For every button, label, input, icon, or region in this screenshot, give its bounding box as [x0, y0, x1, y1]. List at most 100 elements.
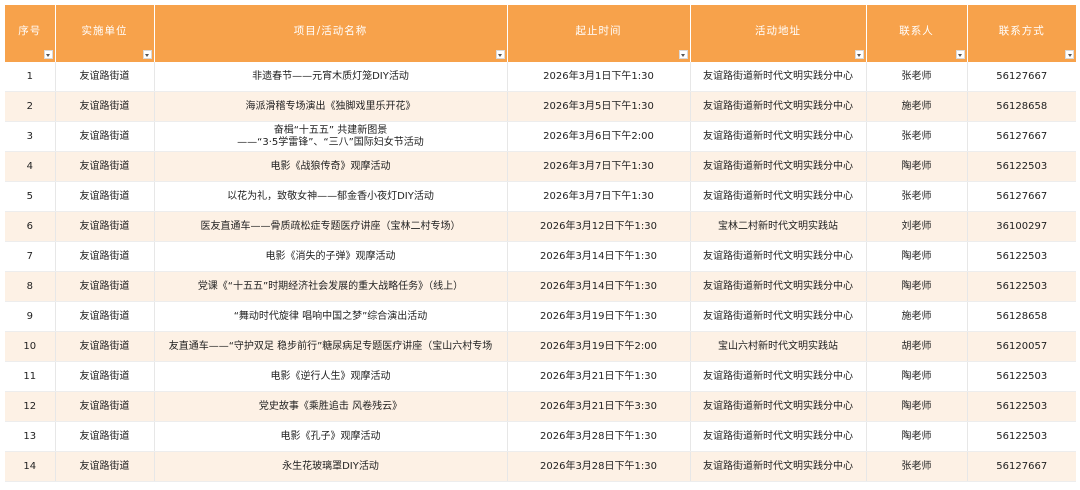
cell-unit[interactable]: 友谊路街道: [55, 451, 155, 482]
cell-unit[interactable]: 友谊路街道: [55, 391, 155, 422]
cell-unit[interactable]: 友谊路街道: [55, 331, 155, 362]
cell-address[interactable]: 友谊路街道新时代文明实践分中心: [690, 271, 867, 302]
filter-dropdown-icon[interactable]: [955, 50, 965, 59]
cell-contact[interactable]: 陶老师: [866, 151, 968, 182]
cell-time[interactable]: 2026年3月5日下午1:30: [507, 91, 691, 122]
cell-unit[interactable]: 友谊路街道: [55, 361, 155, 392]
cell-index[interactable]: 14: [5, 451, 56, 482]
cell-time[interactable]: 2026年3月12日下午1:30: [507, 211, 691, 242]
cell-contact[interactable]: 陶老师: [866, 421, 968, 452]
cell-unit[interactable]: 友谊路街道: [55, 211, 155, 242]
cell-unit[interactable]: 友谊路街道: [55, 241, 155, 272]
cell-project[interactable]: “舞动时代旋律 唱响中国之梦”综合演出活动: [154, 301, 508, 332]
cell-index[interactable]: 13: [5, 421, 56, 452]
cell-address[interactable]: 友谊路街道新时代文明实践分中心: [690, 391, 867, 422]
cell-contact[interactable]: 陶老师: [866, 391, 968, 422]
cell-unit[interactable]: 友谊路街道: [55, 62, 155, 92]
cell-index[interactable]: 6: [5, 211, 56, 242]
cell-time[interactable]: 2026年3月7日下午1:30: [507, 181, 691, 212]
cell-address[interactable]: 友谊路街道新时代文明实践分中心: [690, 421, 867, 452]
cell-phone[interactable]: 56120057: [967, 331, 1076, 362]
cell-time[interactable]: 2026年3月6日下午2:00: [507, 121, 691, 152]
cell-phone[interactable]: 36100297: [967, 211, 1076, 242]
cell-address[interactable]: 宝林二村新时代文明实践站: [690, 211, 867, 242]
cell-address[interactable]: 宝山六村新时代文明实践站: [690, 331, 867, 362]
cell-time[interactable]: 2026年3月14日下午1:30: [507, 241, 691, 272]
cell-address[interactable]: 友谊路街道新时代文明实践分中心: [690, 91, 867, 122]
cell-phone[interactable]: 56127667: [967, 121, 1076, 152]
cell-phone[interactable]: 56122503: [967, 241, 1076, 272]
filter-dropdown-icon[interactable]: [142, 50, 152, 59]
table-row[interactable]: 7 友谊路街道 电影《消失的子弹》观摩活动 2026年3月14日下午1:30 友谊路街道…: [5, 241, 1076, 272]
table-row[interactable]: 6 友谊路街道 医友直通车——骨质疏松症专题医疗讲座（宝林二村专场） 2026年3月1…: [5, 211, 1076, 242]
cell-project[interactable]: 非遗春节——元宵木质灯笼DIY活动: [154, 62, 508, 92]
table-row[interactable]: 12 友谊路街道 党史故事《乘胜追击 风卷残云》 2026年3月21日下午3:30 友谊…: [5, 391, 1076, 422]
cell-project[interactable]: 奋楫“十五五” 共建新图景 ——“3·5学雷锋”、“三八”国际妇女节活动: [154, 121, 508, 152]
cell-contact[interactable]: 张老师: [866, 181, 968, 212]
cell-index[interactable]: 8: [5, 271, 56, 302]
filter-dropdown-icon[interactable]: [678, 50, 688, 59]
cell-phone[interactable]: 56128658: [967, 91, 1076, 122]
cell-unit[interactable]: 友谊路街道: [55, 421, 155, 452]
cell-index[interactable]: 9: [5, 301, 56, 332]
table-row[interactable]: 4 友谊路街道 电影《战狼传奇》观摩活动 2026年3月7日下午1:30 友谊路街道新时…: [5, 151, 1076, 182]
cell-phone[interactable]: 56122503: [967, 271, 1076, 302]
cell-phone[interactable]: 56127667: [967, 181, 1076, 212]
cell-address[interactable]: 友谊路街道新时代文明实践分中心: [690, 181, 867, 212]
table-row[interactable]: 1 友谊路街道 非遗春节——元宵木质灯笼DIY活动 2026年3月1日下午1:30 友谊…: [5, 62, 1076, 92]
cell-time[interactable]: 2026年3月19日下午2:00: [507, 331, 691, 362]
cell-project[interactable]: 海派滑稽专场演出《独脚戏里乐开花》: [154, 91, 508, 122]
cell-index[interactable]: 12: [5, 391, 56, 422]
cell-address[interactable]: 友谊路街道新时代文明实践分中心: [690, 301, 867, 332]
cell-index[interactable]: 4: [5, 151, 56, 182]
cell-phone[interactable]: 56122503: [967, 151, 1076, 182]
cell-contact[interactable]: 胡老师: [866, 331, 968, 362]
filter-dropdown-icon[interactable]: [1065, 50, 1074, 59]
cell-unit[interactable]: 友谊路街道: [55, 181, 155, 212]
cell-index[interactable]: 1: [5, 62, 56, 92]
cell-unit[interactable]: 友谊路街道: [55, 151, 155, 182]
table-row[interactable]: 13 友谊路街道 电影《孔子》观摩活动 2026年3月28日下午1:30 友谊路街道新时…: [5, 421, 1076, 452]
cell-contact[interactable]: 施老师: [866, 91, 968, 122]
cell-project[interactable]: 电影《战狼传奇》观摩活动: [154, 151, 508, 182]
cell-time[interactable]: 2026年3月21日下午3:30: [507, 391, 691, 422]
cell-contact[interactable]: 陶老师: [866, 271, 968, 302]
cell-contact[interactable]: 张老师: [866, 121, 968, 152]
cell-address[interactable]: 友谊路街道新时代文明实践分中心: [690, 241, 867, 272]
cell-unit[interactable]: 友谊路街道: [55, 121, 155, 152]
filter-dropdown-icon[interactable]: [495, 50, 505, 59]
cell-time[interactable]: 2026年3月7日下午1:30: [507, 151, 691, 182]
cell-contact[interactable]: 陶老师: [866, 241, 968, 272]
cell-phone[interactable]: 56122503: [967, 361, 1076, 392]
cell-unit[interactable]: 友谊路街道: [55, 271, 155, 302]
cell-project[interactable]: 以花为礼，致敬女神——郁金香小夜灯DIY活动: [154, 181, 508, 212]
cell-project[interactable]: 电影《逆行人生》观摩活动: [154, 361, 508, 392]
table-row[interactable]: 11 友谊路街道 电影《逆行人生》观摩活动 2026年3月21日下午1:30 友谊路街道…: [5, 361, 1076, 392]
cell-time[interactable]: 2026年3月28日下午1:30: [507, 421, 691, 452]
cell-project[interactable]: 电影《孔子》观摩活动: [154, 421, 508, 452]
cell-contact[interactable]: 陶老师: [866, 361, 968, 392]
cell-contact[interactable]: 张老师: [866, 62, 968, 92]
cell-project[interactable]: 医友直通车——骨质疏松症专题医疗讲座（宝林二村专场）: [154, 211, 508, 242]
cell-index[interactable]: 7: [5, 241, 56, 272]
table-row[interactable]: 9 友谊路街道 “舞动时代旋律 唱响中国之梦”综合演出活动 2026年3月19日下午1…: [5, 301, 1076, 332]
cell-address[interactable]: 友谊路街道新时代文明实践分中心: [690, 62, 867, 92]
cell-time[interactable]: 2026年3月14日下午1:30: [507, 271, 691, 302]
table-row[interactable]: 3 友谊路街道 奋楫“十五五” 共建新图景 ——“3·5学雷锋”、“三八”国际妇女节活…: [5, 121, 1076, 152]
cell-index[interactable]: 5: [5, 181, 56, 212]
table-row[interactable]: 8 友谊路街道 党课《“十五五”时期经济社会发展的重大战略任务》（线上） 2026年3…: [5, 271, 1076, 302]
cell-time[interactable]: 2026年3月1日下午1:30: [507, 62, 691, 92]
cell-time[interactable]: 2026年3月19日下午1:30: [507, 301, 691, 332]
cell-contact[interactable]: 施老师: [866, 301, 968, 332]
cell-address[interactable]: 友谊路街道新时代文明实践分中心: [690, 121, 867, 152]
cell-address[interactable]: 友谊路街道新时代文明实践分中心: [690, 151, 867, 182]
filter-dropdown-icon[interactable]: [43, 50, 53, 59]
filter-dropdown-icon[interactable]: [854, 50, 864, 59]
cell-contact[interactable]: 刘老师: [866, 211, 968, 242]
cell-index[interactable]: 11: [5, 361, 56, 392]
cell-index[interactable]: 3: [5, 121, 56, 152]
cell-contact[interactable]: 张老师: [866, 451, 968, 482]
cell-index[interactable]: 10: [5, 331, 56, 362]
cell-phone[interactable]: 56127667: [967, 451, 1076, 482]
table-row[interactable]: 2 友谊路街道 海派滑稽专场演出《独脚戏里乐开花》 2026年3月5日下午1:30 友谊…: [5, 91, 1076, 122]
